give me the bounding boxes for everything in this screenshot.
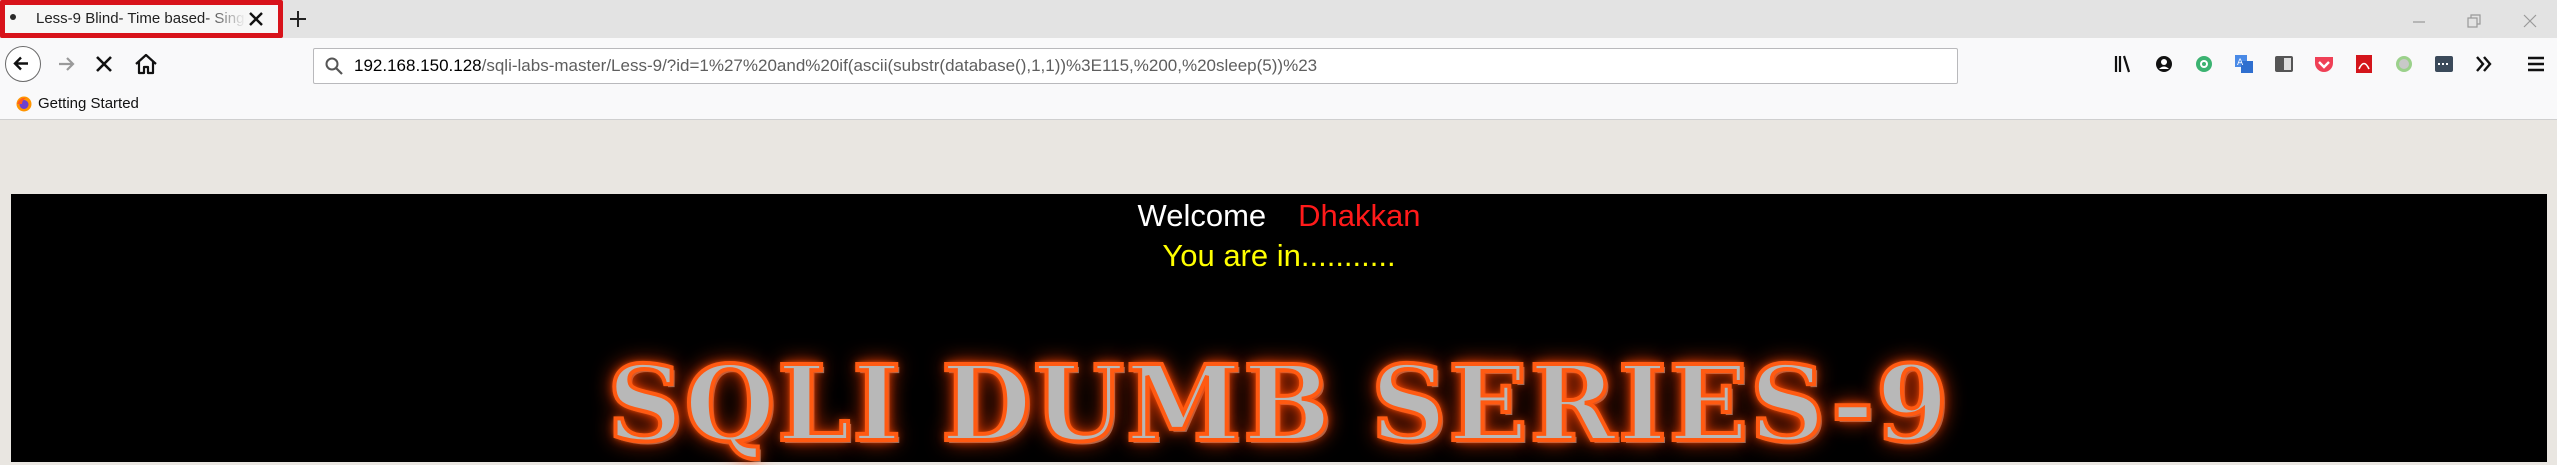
reader-icon[interactable] bbox=[2268, 48, 2300, 80]
welcome-name: Dhakkan bbox=[1298, 198, 1421, 233]
search-icon bbox=[325, 57, 343, 75]
status-message: You are in........... bbox=[1162, 238, 1396, 273]
url-host: 192.168.150.128 bbox=[354, 56, 482, 75]
welcome-label: Welcome bbox=[1137, 198, 1267, 233]
pdf-icon[interactable] bbox=[2348, 48, 2380, 80]
extension-circle-icon[interactable] bbox=[2388, 48, 2420, 80]
back-icon bbox=[13, 56, 28, 71]
home-icon[interactable] bbox=[130, 48, 162, 80]
tab-title: Less-9 Blind- Time based- Single Quotes-… bbox=[36, 10, 246, 27]
tab-loading-icon bbox=[10, 14, 16, 20]
url-path: /sqli-labs-master/Less-9/?id=1%27%20and%… bbox=[481, 56, 1318, 75]
bookmarks-bar bbox=[0, 91, 2557, 120]
minimize-icon[interactable] bbox=[2410, 12, 2428, 30]
overflow-icon[interactable] bbox=[2468, 48, 2500, 80]
extension-dark-icon[interactable] bbox=[2428, 48, 2460, 80]
close-icon[interactable] bbox=[247, 10, 265, 28]
url-text: 192.168.150.128/sqli-labs-master/Less-9/… bbox=[354, 49, 1317, 83]
page-content: Welcome Dhakkan You are in........... SQL… bbox=[11, 194, 2547, 465]
translate-icon[interactable]: A bbox=[2228, 48, 2260, 80]
tab-strip bbox=[0, 0, 2557, 38]
pocket-icon[interactable] bbox=[2308, 48, 2340, 80]
back-button[interactable] bbox=[5, 46, 41, 82]
menu-icon[interactable] bbox=[2520, 48, 2552, 80]
window-close-icon[interactable] bbox=[2521, 12, 2539, 30]
welcome-line: Welcome Dhakkan bbox=[11, 196, 2547, 236]
svg-text:A: A bbox=[2237, 58, 2244, 68]
firefox-icon bbox=[16, 96, 32, 112]
stop-icon[interactable] bbox=[88, 48, 120, 80]
bookmark-getting-started[interactable]: Getting Started bbox=[38, 91, 139, 116]
new-tab-icon[interactable] bbox=[288, 9, 308, 29]
series-banner: SQLI DUMB SERIES-9 bbox=[606, 342, 1951, 465]
extension-green-icon[interactable] bbox=[2188, 48, 2220, 80]
forward-icon[interactable] bbox=[50, 48, 82, 80]
address-bar[interactable]: 192.168.150.128/sqli-labs-master/Less-9/… bbox=[313, 48, 1958, 84]
restore-icon[interactable] bbox=[2465, 12, 2483, 30]
account-icon[interactable] bbox=[2148, 48, 2180, 80]
library-icon[interactable] bbox=[2108, 48, 2140, 80]
